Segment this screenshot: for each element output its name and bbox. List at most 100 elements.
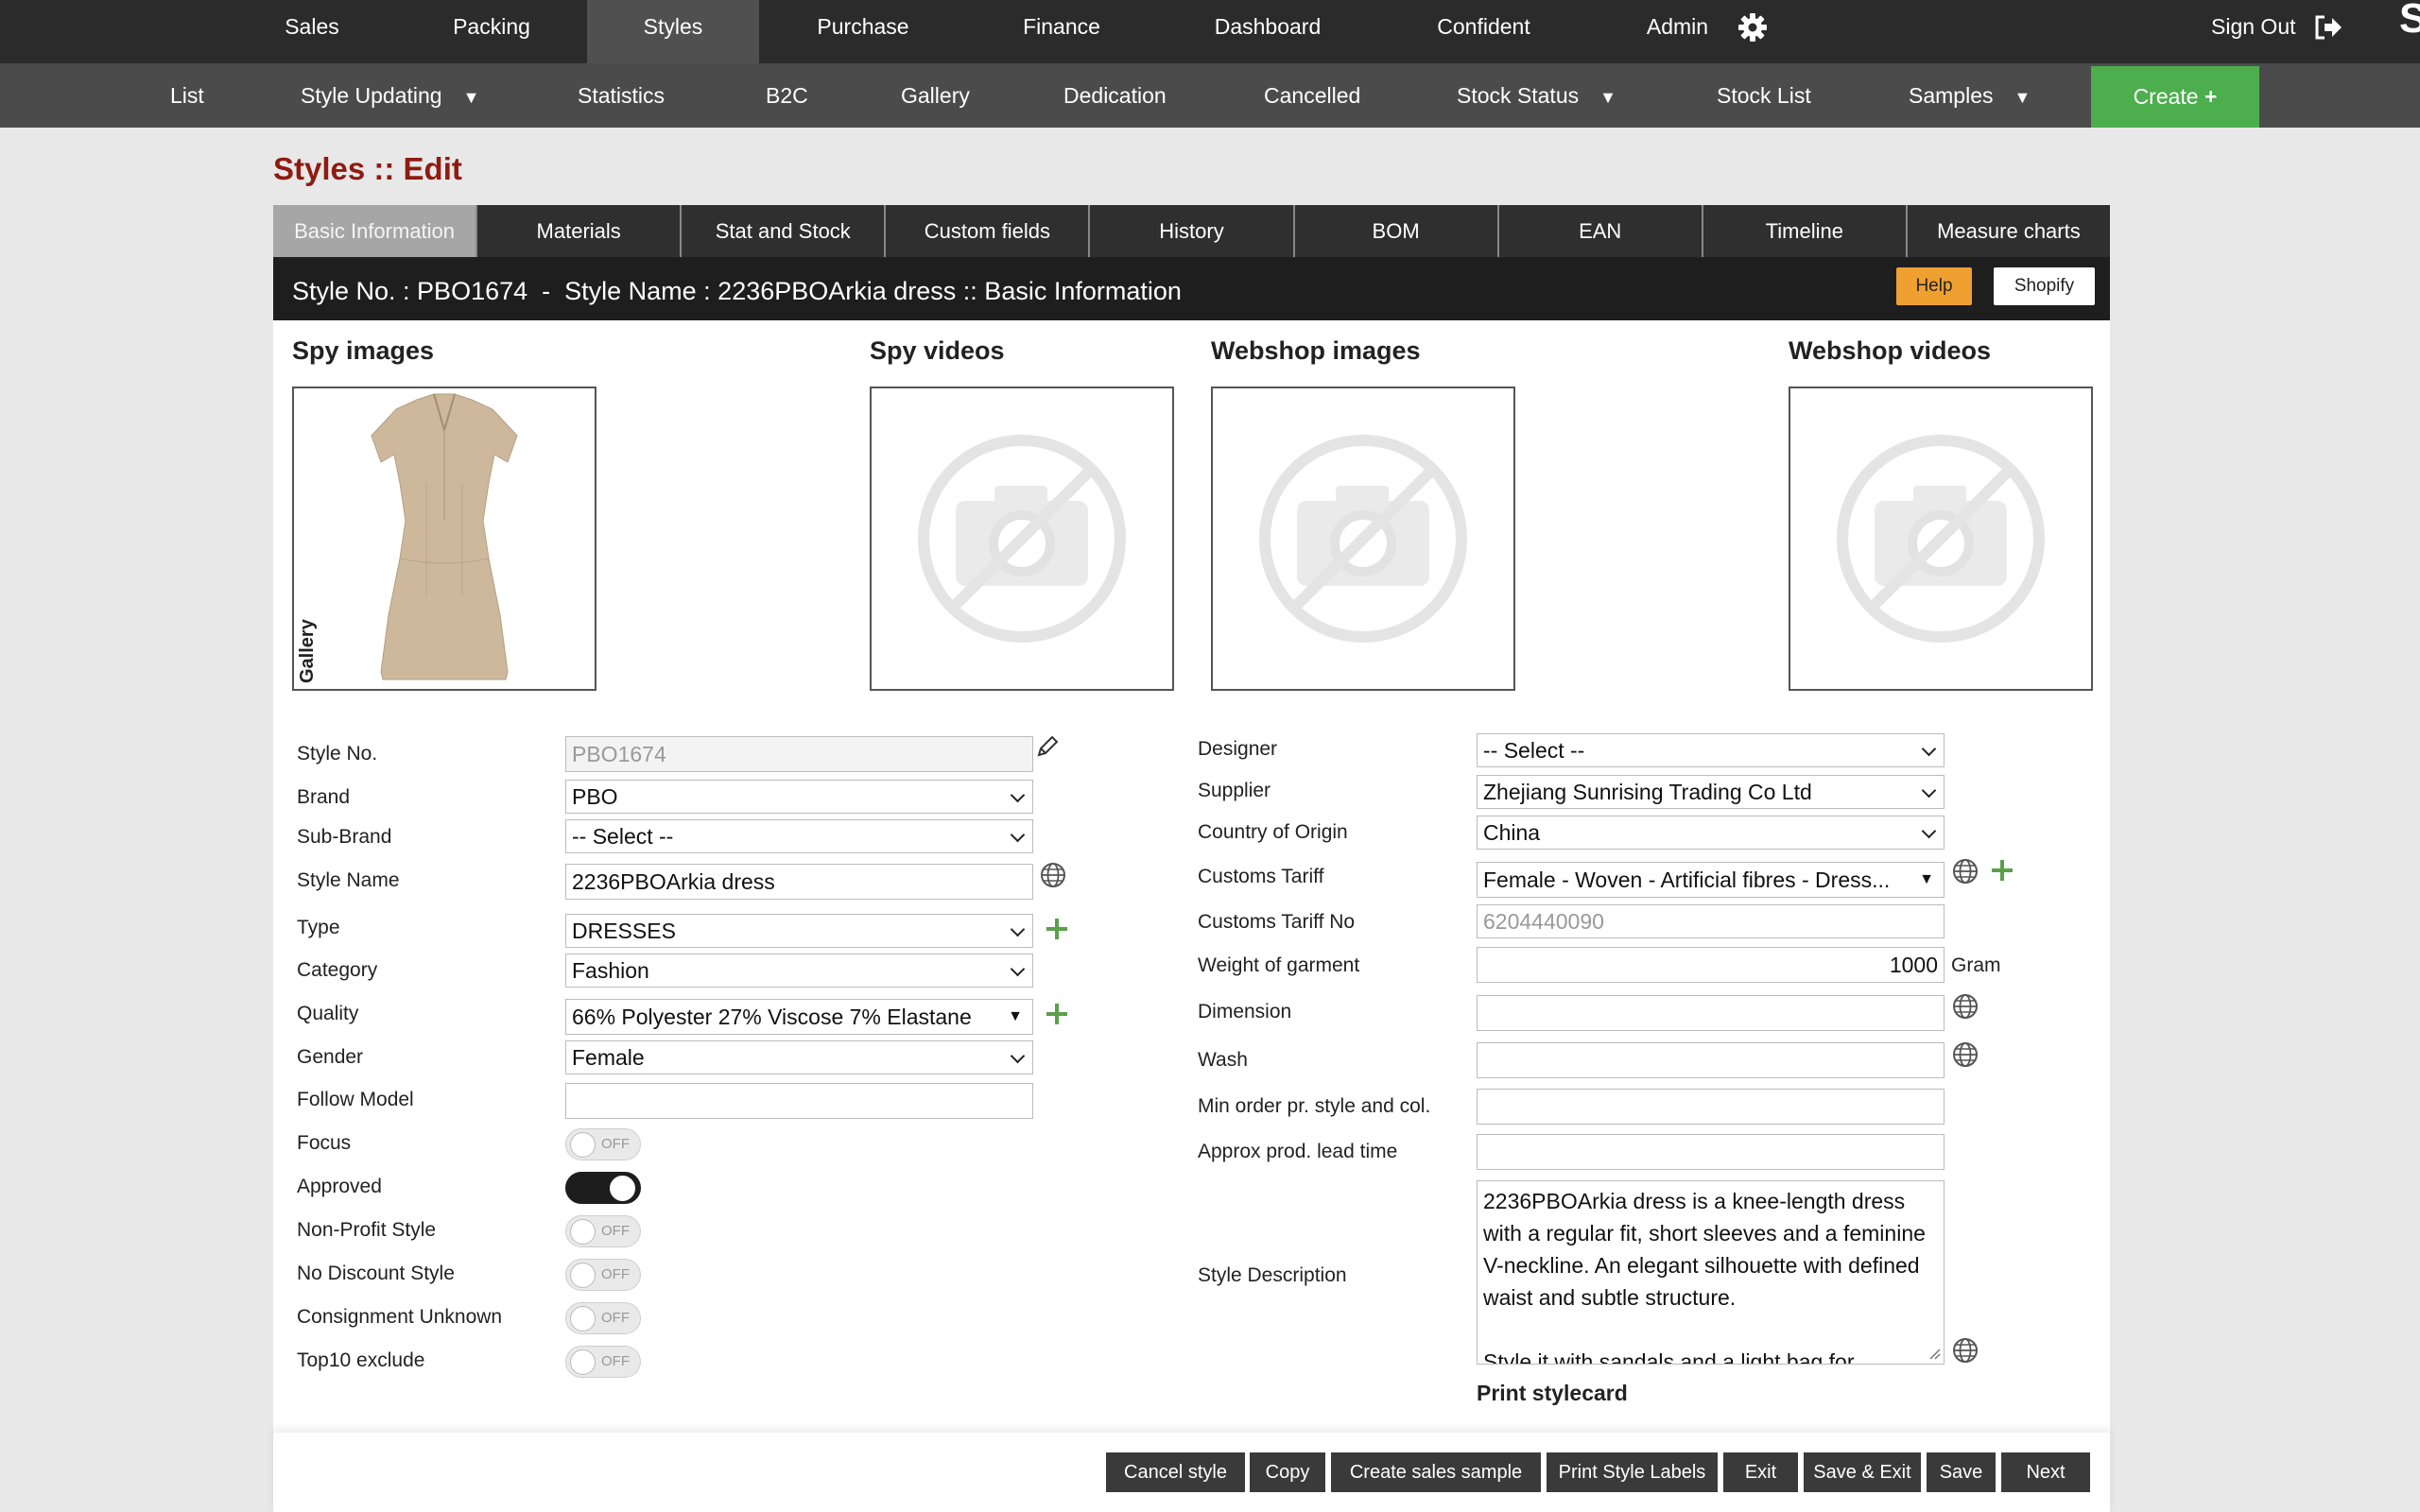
subnav-cancelled[interactable]: Cancelled — [1264, 63, 1360, 128]
description-paragraph-2: Style it with sandals and a light bag fo… — [1483, 1349, 1855, 1365]
subnav-list[interactable]: List — [170, 63, 204, 128]
gender-select[interactable]: Female — [565, 1040, 1033, 1074]
sign-out-icon[interactable] — [2313, 14, 2343, 41]
sign-out-link[interactable]: Sign Out — [2211, 0, 2296, 54]
subnav-statistics[interactable]: Statistics — [578, 63, 665, 128]
subnav-dedication[interactable]: Dedication — [1063, 63, 1167, 128]
sub-brand-label: Sub-Brand — [297, 826, 392, 848]
approved-label: Approved — [297, 1176, 382, 1197]
print-style-labels-button[interactable]: Print Style Labels — [1547, 1452, 1718, 1492]
tab-measure-charts[interactable]: Measure charts — [1907, 205, 2110, 257]
sub-nav: List Style Updating ▼ Statistics B2C Gall… — [0, 63, 2420, 128]
next-button[interactable]: Next — [2001, 1452, 2090, 1492]
toggle-state: OFF — [601, 1310, 630, 1326]
brand-select[interactable]: PBO — [565, 780, 1033, 814]
resize-handle-icon[interactable] — [1927, 1347, 1941, 1360]
country-select[interactable]: China — [1477, 816, 1945, 850]
copy-button[interactable]: Copy — [1250, 1452, 1325, 1492]
shopify-button[interactable]: Shopify — [1994, 267, 2095, 305]
quality-select[interactable]: 66% Polyester 27% Viscose 7% Elastane — [565, 999, 1033, 1035]
gender-label: Gender — [297, 1046, 364, 1068]
pencil-icon[interactable] — [1035, 734, 1060, 759]
dimension-input[interactable] — [1477, 995, 1945, 1031]
create-button[interactable]: Create + — [2091, 66, 2259, 128]
style-description-textarea[interactable]: 2236PBOArkia dress is a knee-length dres… — [1477, 1180, 1945, 1365]
style-header-title: Style No. : PBO1674 - Style Name : 2236P… — [292, 277, 1182, 305]
style-no-field[interactable]: PBO1674 — [565, 736, 1033, 772]
webshop-video-placeholder[interactable] — [1789, 387, 2093, 691]
nav-confident[interactable]: Confident — [1420, 0, 1547, 63]
toggle-state: OFF — [601, 1353, 630, 1369]
sub-brand-select[interactable]: -- Select -- — [565, 819, 1033, 853]
approved-toggle[interactable] — [565, 1172, 641, 1204]
nav-finance[interactable]: Finance — [1005, 0, 1118, 63]
globe-icon[interactable] — [1952, 993, 1979, 1020]
subnav-stock-list[interactable]: Stock List — [1717, 63, 1811, 128]
designer-select[interactable]: -- Select -- — [1477, 733, 1945, 767]
nav-purchase[interactable]: Purchase — [802, 0, 925, 63]
focus-toggle[interactable]: OFF — [565, 1128, 641, 1160]
nav-dashboard[interactable]: Dashboard — [1197, 0, 1339, 63]
non-profit-toggle[interactable]: OFF — [565, 1215, 641, 1247]
add-customs-tariff-icon[interactable] — [1992, 860, 2013, 881]
globe-icon[interactable] — [1040, 862, 1066, 888]
tab-basic-information[interactable]: Basic Information — [273, 205, 478, 257]
lead-time-input[interactable] — [1477, 1134, 1945, 1170]
webshop-images-label: Webshop images — [1211, 336, 1421, 365]
type-select[interactable]: DRESSES — [565, 914, 1033, 948]
tab-history[interactable]: History — [1090, 205, 1295, 257]
spy-videos-label: Spy videos — [870, 336, 1005, 365]
dress-image — [371, 393, 518, 680]
subnav-gallery[interactable]: Gallery — [901, 63, 970, 128]
tab-timeline[interactable]: Timeline — [1703, 205, 1908, 257]
gallery-vertical-label[interactable]: Gallery — [297, 598, 319, 683]
category-label: Category — [297, 959, 378, 981]
exit-button[interactable]: Exit — [1723, 1452, 1798, 1492]
country-label: Country of Origin — [1198, 821, 1348, 843]
weight-input[interactable]: 1000 — [1477, 947, 1945, 983]
help-button[interactable]: Help — [1896, 267, 1972, 305]
subnav-style-updating[interactable]: Style Updating ▼ — [301, 63, 479, 128]
tab-bom[interactable]: BOM — [1294, 205, 1499, 257]
toggle-state: OFF — [601, 1266, 630, 1282]
consignment-toggle[interactable]: OFF — [565, 1302, 641, 1334]
nav-sales[interactable]: Sales — [265, 0, 359, 63]
nav-styles[interactable]: Styles — [587, 0, 759, 63]
globe-icon[interactable] — [1952, 1337, 1979, 1364]
add-type-icon[interactable] — [1046, 919, 1067, 939]
add-quality-icon[interactable] — [1046, 1004, 1067, 1024]
nav-admin[interactable]: Admin — [1637, 0, 1718, 63]
top10-toggle[interactable]: OFF — [565, 1346, 641, 1378]
spy-video-placeholder[interactable] — [870, 387, 1174, 691]
tab-custom-fields[interactable]: Custom fields — [886, 205, 1091, 257]
wash-input[interactable] — [1477, 1042, 1945, 1078]
type-label: Type — [297, 917, 340, 938]
tab-ean[interactable]: EAN — [1498, 205, 1703, 257]
customs-tariff-select[interactable]: Female - Woven - Artificial fibres - Dre… — [1477, 862, 1945, 898]
webshop-image-placeholder[interactable] — [1211, 387, 1515, 691]
nav-packing[interactable]: Packing — [430, 0, 553, 63]
tab-materials[interactable]: Materials — [477, 205, 683, 257]
gear-icon[interactable] — [1737, 12, 1768, 43]
create-sales-sample-button[interactable]: Create sales sample — [1331, 1452, 1541, 1492]
follow-model-input[interactable] — [565, 1083, 1033, 1119]
supplier-select[interactable]: Zhejiang Sunrising Trading Co Ltd — [1477, 775, 1945, 809]
style-name-input[interactable]: 2236PBOArkia dress — [565, 864, 1033, 900]
globe-icon[interactable] — [1952, 858, 1979, 885]
top10-label: Top10 exclude — [297, 1349, 425, 1371]
subnav-samples[interactable]: Samples ▼ — [1909, 63, 2031, 128]
subnav-b2c[interactable]: B2C — [766, 63, 808, 128]
cancel-style-button[interactable]: Cancel style — [1106, 1452, 1245, 1492]
customs-tariff-no-field[interactable]: 6204440090 — [1477, 904, 1945, 938]
min-order-input[interactable] — [1477, 1089, 1945, 1125]
spy-image-thumbnail[interactable]: Gallery — [292, 387, 596, 691]
no-discount-toggle[interactable]: OFF — [565, 1259, 641, 1291]
tab-stat-and-stock[interactable]: Stat and Stock — [682, 205, 887, 257]
create-button-label: Create — [2133, 84, 2199, 109]
category-select[interactable]: Fashion — [565, 954, 1033, 988]
save-exit-button[interactable]: Save & Exit — [1804, 1452, 1921, 1492]
subnav-stock-status[interactable]: Stock Status ▼ — [1457, 63, 1616, 128]
save-button[interactable]: Save — [1927, 1452, 1996, 1492]
print-stylecard-link[interactable]: Print stylecard — [1477, 1381, 1628, 1406]
globe-icon[interactable] — [1952, 1041, 1979, 1068]
